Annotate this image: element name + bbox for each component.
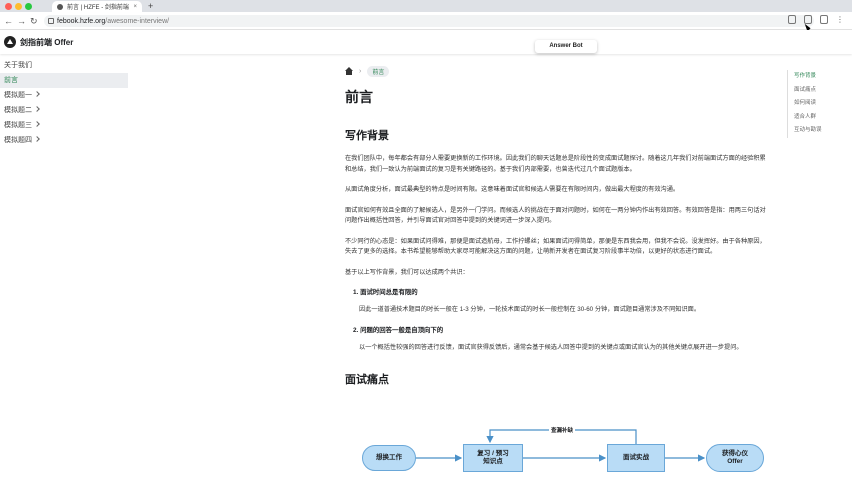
heading-background: 写作背景 — [345, 130, 389, 142]
url-text: febook.hzfe.org/awesome-interview/ — [57, 18, 169, 25]
sidebar-item-mock-4[interactable]: 模拟题四 — [0, 133, 128, 148]
paragraph-4: 不少同行的心态是：如果面试问得难，那便是面试造航母，工作拧螺丝；如果面试问得简单… — [345, 237, 766, 256]
forward-icon[interactable]: → — [17, 14, 26, 28]
heading-pain-points: 面试痛点 — [345, 374, 389, 386]
toc-item-pain-points[interactable]: 面试痛点 — [794, 84, 847, 98]
new-tab-button[interactable]: + — [148, 0, 153, 12]
favicon-icon — [57, 3, 63, 10]
flow-node-change-job: 想换工作 — [362, 445, 416, 471]
menu-icon[interactable]: ⋮ — [836, 15, 844, 25]
extension-icon[interactable] — [788, 15, 796, 24]
toc-item-how-to-read[interactable]: 如何阅读 — [794, 97, 847, 111]
browser-tab-active[interactable]: 前言 | HZFE - 剑指前端 Offer × — [52, 1, 142, 12]
sidebar-item-mock-3[interactable]: 模拟题三 — [0, 118, 128, 133]
flow-node-offer-text: 获得心仪 Offer — [722, 450, 748, 465]
sidebar-item-label: 模拟题二 — [4, 107, 32, 114]
list-item-title: 2. 问题的回答一般是自顶向下的 — [353, 326, 444, 334]
sidebar-item-about[interactable]: 关于我们 — [0, 58, 128, 73]
chevron-right-icon — [34, 106, 40, 112]
list-item-description: 因此一道普通技术题目的时长一般在 1-3 分钟，一轮技术面试的时长一般控制在 3… — [359, 306, 701, 313]
sidebar-toggle-icon[interactable] — [820, 15, 828, 24]
paragraph-1: 在我们团队中，每年都会有部分人需要更换新的工作环境。因此我们的聊天话题总是阶段性… — [345, 155, 766, 173]
sidebar-item-label: 关于我们 — [4, 62, 32, 69]
toolbar-icons: ⋮ — [788, 15, 844, 25]
window-maximize-button[interactable] — [25, 3, 32, 10]
url-host: febook.hzfe.org — [57, 17, 106, 25]
breadcrumb-current: 前言 — [367, 65, 390, 77]
back-icon[interactable]: ← — [4, 14, 13, 28]
home-icon[interactable] — [345, 67, 353, 75]
docs-sidebar: 关于我们 前言 模拟题一 模拟题二 模拟题三 模拟题四 — [0, 58, 128, 148]
flow-node-practice: 面试实战 — [607, 444, 665, 472]
page-title: 前言 — [345, 89, 373, 105]
paragraph-3: 面试官如何有效且全面的了解候选人，是另外一门学问。而候选人的挑战在于面对问题时，… — [345, 206, 766, 225]
flow-node-offer: 获得心仪 Offer — [706, 444, 764, 472]
chevron-right-icon — [34, 136, 40, 142]
flow-node-review: 复习 / 预习 知识点 — [463, 444, 523, 472]
sidebar-item-label: 前言 — [4, 77, 18, 84]
article-content: › 前言 前言 写作背景 在我们团队中，每年都会有部分人需要更换新的工作环境。因… — [345, 58, 770, 387]
browser-toolbar: ← → ↻ febook.hzfe.org/awesome-interview/… — [0, 12, 852, 30]
paragraph-5: 基于以上写作背景，我们可以达成两个共识： — [345, 268, 469, 276]
list-item-description: 以一个概括性较强的回答进行反馈，面试官获得反馈后，通常会基于候选人回答中提到的关… — [359, 343, 743, 351]
loop-label: 查漏补缺 — [549, 426, 576, 434]
sidebar-item-mock-1[interactable]: 模拟题一 — [0, 88, 128, 103]
browser-tab-bar: 前言 | HZFE - 剑指前端 Offer × + — [0, 0, 852, 12]
chevron-right-icon — [34, 91, 40, 97]
toc-item-background[interactable]: 写作背景 — [794, 70, 847, 84]
lock-icon — [48, 18, 54, 24]
flow-node-review-text: 复习 / 预习 知识点 — [477, 450, 509, 465]
interview-flowchart: 查漏补缺 想换工作 复习 / 预习 知识点 面试实战 获得心仪 Offer — [345, 418, 785, 480]
tab-title: 前言 | HZFE - 剑指前端 Offer — [67, 5, 129, 11]
breadcrumb-separator: › — [359, 67, 362, 75]
sidebar-item-preface[interactable]: 前言 — [0, 73, 128, 88]
address-bar[interactable]: febook.hzfe.org/awesome-interview/ — [44, 15, 814, 27]
answer-bot-button[interactable]: Answer Bot — [535, 40, 597, 53]
chevron-right-icon — [34, 121, 40, 127]
site-logo-icon[interactable] — [4, 36, 16, 48]
paragraph-2: 从面试角度分析，面试最典型的特点是时间有限。这意味着面试官和候选人需要在有限时间… — [345, 186, 680, 193]
tab-close-icon[interactable]: × — [133, 4, 137, 10]
sidebar-item-label: 模拟题一 — [4, 92, 32, 99]
list-item-title: 1. 面试时间总是有限的 — [353, 289, 418, 296]
url-path: /awesome-interview/ — [105, 17, 170, 25]
window-minimize-button[interactable] — [15, 3, 22, 10]
window-close-button[interactable] — [5, 3, 12, 10]
sidebar-item-mock-2[interactable]: 模拟题二 — [0, 103, 128, 118]
reload-icon[interactable]: ↻ — [30, 14, 38, 28]
site-brand[interactable]: 剑指前端 Offer — [20, 37, 73, 48]
breadcrumb: › 前言 — [345, 64, 770, 78]
toc-item-audience[interactable]: 适合人群 — [794, 111, 847, 125]
site-navbar: 剑指前端 Offer — [0, 30, 852, 54]
toc-item-feedback[interactable]: 互动与勘误 — [794, 124, 847, 138]
sidebar-item-label: 模拟题四 — [4, 137, 32, 144]
table-of-contents: 写作背景 面试痛点 如何阅读 适合人群 互动与勘误 — [787, 70, 847, 138]
sidebar-item-label: 模拟题三 — [4, 122, 32, 129]
